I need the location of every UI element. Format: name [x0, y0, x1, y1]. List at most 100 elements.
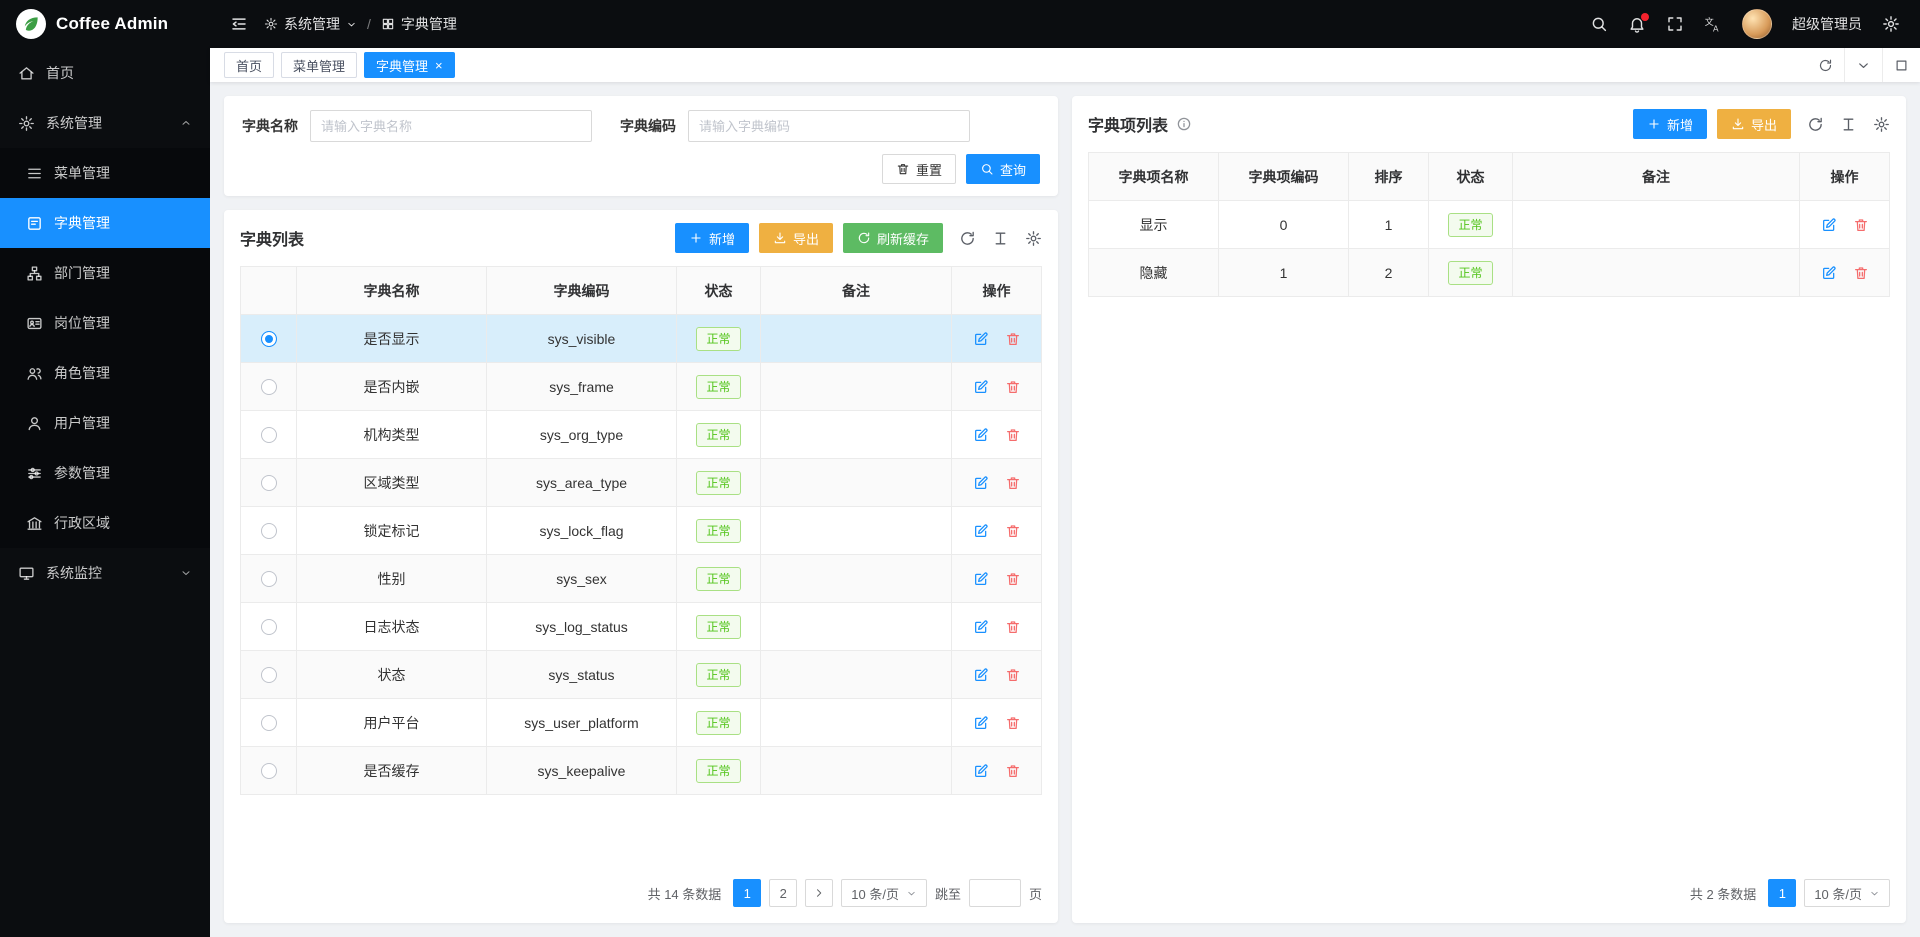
settings-gear-icon[interactable] [1882, 15, 1900, 33]
page-button-1[interactable]: 1 [1768, 879, 1796, 907]
table-row[interactable]: 是否缓存sys_keepalive正常 [241, 747, 1042, 795]
chevron-down-icon [906, 888, 917, 899]
delete-icon[interactable] [1005, 331, 1021, 347]
add-item-button[interactable]: 新增 [1633, 109, 1707, 139]
sidebar-item-param[interactable]: 参数管理 [0, 448, 210, 498]
edit-icon[interactable] [973, 379, 989, 395]
row-radio[interactable] [261, 715, 277, 731]
fullscreen-icon[interactable] [1666, 15, 1684, 33]
sidebar-item-role[interactable]: 角色管理 [0, 348, 210, 398]
translate-icon[interactable]: 文A [1704, 15, 1722, 33]
dict-code-input[interactable] [688, 110, 970, 142]
remark-cell [761, 699, 952, 747]
table-settings-gear-icon[interactable] [1025, 230, 1042, 247]
table-row[interactable]: 机构类型sys_org_type正常 [241, 411, 1042, 459]
row-radio[interactable] [261, 379, 277, 395]
export-items-button[interactable]: 导出 [1717, 109, 1791, 139]
row-radio[interactable] [261, 427, 277, 443]
tab-2[interactable]: 字典管理× [364, 52, 455, 78]
table-row[interactable]: 日志状态sys_log_status正常 [241, 603, 1042, 651]
row-radio[interactable] [261, 619, 277, 635]
item-name-cell: 隐藏 [1089, 249, 1219, 297]
sidebar-item-home[interactable]: 首页 [0, 48, 210, 98]
row-radio[interactable] [261, 523, 277, 539]
delete-icon[interactable] [1005, 427, 1021, 443]
edit-icon[interactable] [1821, 265, 1837, 281]
edit-icon[interactable] [973, 667, 989, 683]
sidebar-group-monitor[interactable]: 系统监控 [0, 548, 210, 598]
page-size-select[interactable]: 10 条/页 [1804, 879, 1890, 907]
sidebar-item-dict[interactable]: 字典管理 [0, 198, 210, 248]
edit-icon[interactable] [973, 427, 989, 443]
refresh-page-icon[interactable] [1807, 48, 1844, 82]
edit-icon[interactable] [973, 571, 989, 587]
page-size-select[interactable]: 10 条/页 [841, 879, 927, 907]
remark-cell [761, 459, 952, 507]
edit-icon[interactable] [973, 715, 989, 731]
export-dict-button[interactable]: 导出 [759, 223, 833, 253]
delete-icon[interactable] [1005, 523, 1021, 539]
column-settings-icon[interactable] [992, 230, 1009, 247]
tab-menu-chevron-icon[interactable] [1844, 48, 1882, 82]
search-icon[interactable] [1590, 15, 1608, 33]
dict-name-input[interactable] [310, 110, 592, 142]
table-row[interactable]: 用户平台sys_user_platform正常 [241, 699, 1042, 747]
edit-icon[interactable] [973, 763, 989, 779]
breadcrumb-item-system[interactable]: 系统管理 [264, 14, 357, 34]
sidebar-group-system[interactable]: 系统管理 [0, 98, 210, 148]
table-row[interactable]: 锁定标记sys_lock_flag正常 [241, 507, 1042, 555]
delete-icon[interactable] [1853, 265, 1869, 281]
edit-icon[interactable] [973, 619, 989, 635]
delete-icon[interactable] [1005, 715, 1021, 731]
sidebar-item-region[interactable]: 行政区域 [0, 498, 210, 548]
delete-icon[interactable] [1005, 619, 1021, 635]
table-row[interactable]: 是否显示sys_visible正常 [241, 315, 1042, 363]
edit-icon[interactable] [973, 523, 989, 539]
page-button-2[interactable]: 2 [769, 879, 797, 907]
table-settings-gear-icon[interactable] [1873, 116, 1890, 133]
edit-icon[interactable] [973, 475, 989, 491]
row-radio[interactable] [261, 571, 277, 587]
reset-button[interactable]: 重置 [882, 154, 956, 184]
row-radio[interactable] [261, 331, 277, 347]
sidebar-item-user[interactable]: 用户管理 [0, 398, 210, 448]
tab-0[interactable]: 首页 [224, 52, 274, 78]
collapse-sidebar-icon[interactable] [230, 15, 248, 33]
sidebar-item-dept[interactable]: 部门管理 [0, 248, 210, 298]
tab-1[interactable]: 菜单管理 [281, 52, 357, 78]
delete-icon[interactable] [1005, 475, 1021, 491]
dict-name-field: 字典名称 [242, 110, 592, 142]
jump-page-input[interactable] [969, 879, 1021, 907]
maximize-content-icon[interactable] [1882, 48, 1920, 82]
table-row[interactable]: 显示01正常 [1089, 201, 1890, 249]
add-dict-button[interactable]: 新增 [675, 223, 749, 253]
query-button[interactable]: 查询 [966, 154, 1040, 184]
refresh-table-icon[interactable] [959, 230, 976, 247]
close-icon[interactable]: × [435, 59, 443, 72]
column-settings-icon[interactable] [1840, 116, 1857, 133]
delete-icon[interactable] [1005, 571, 1021, 587]
sidebar-item-post[interactable]: 岗位管理 [0, 298, 210, 348]
table-row[interactable]: 是否内嵌sys_frame正常 [241, 363, 1042, 411]
refresh-table-icon[interactable] [1807, 116, 1824, 133]
sidebar-item-menu[interactable]: 菜单管理 [0, 148, 210, 198]
table-row[interactable]: 隐藏12正常 [1089, 249, 1890, 297]
table-row[interactable]: 状态sys_status正常 [241, 651, 1042, 699]
edit-icon[interactable] [973, 331, 989, 347]
row-radio[interactable] [261, 763, 277, 779]
row-radio[interactable] [261, 475, 277, 491]
delete-icon[interactable] [1005, 763, 1021, 779]
refresh-cache-button[interactable]: 刷新缓存 [843, 223, 943, 253]
page-button-1[interactable]: 1 [733, 879, 761, 907]
table-row[interactable]: 性别sys_sex正常 [241, 555, 1042, 603]
delete-icon[interactable] [1005, 379, 1021, 395]
edit-icon[interactable] [1821, 217, 1837, 233]
next-page-button[interactable] [805, 879, 833, 907]
bell-icon[interactable] [1628, 15, 1646, 33]
delete-icon[interactable] [1005, 667, 1021, 683]
table-row[interactable]: 区域类型sys_area_type正常 [241, 459, 1042, 507]
delete-icon[interactable] [1853, 217, 1869, 233]
row-radio[interactable] [261, 667, 277, 683]
avatar[interactable] [1742, 9, 1772, 39]
username[interactable]: 超级管理员 [1792, 14, 1862, 34]
